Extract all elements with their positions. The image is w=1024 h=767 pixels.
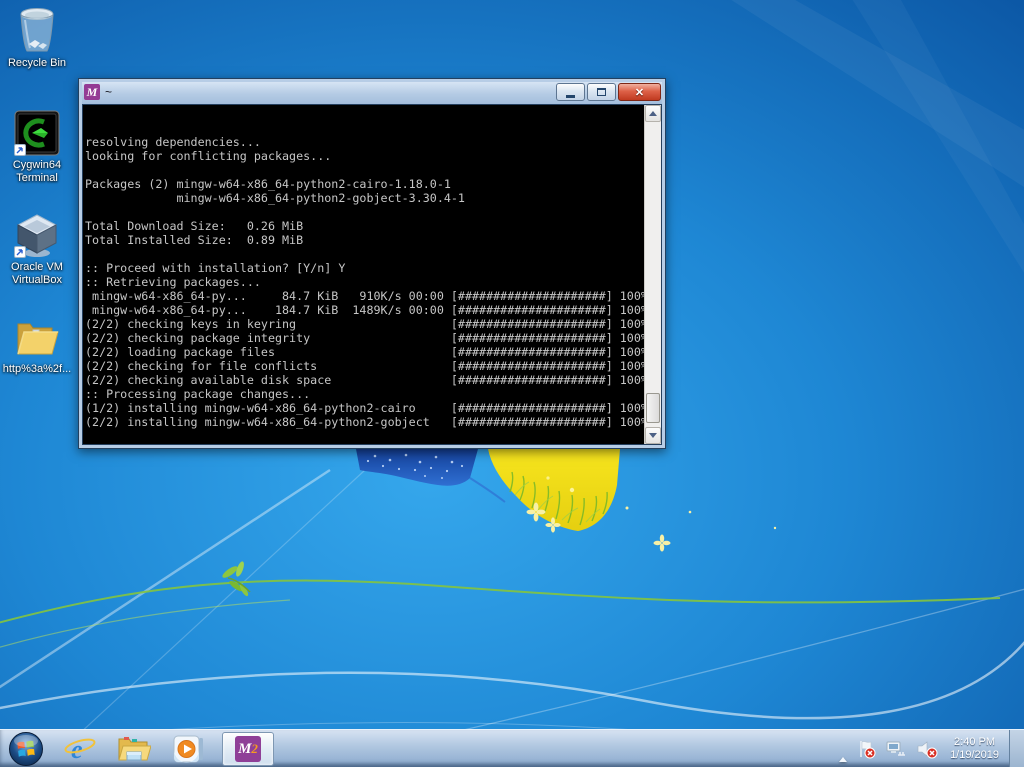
terminal-output: resolving dependencies...looking for con… bbox=[85, 135, 644, 443]
taskbar-msys2-button[interactable]: M2 bbox=[222, 732, 274, 766]
msys2-icon: M2 bbox=[235, 736, 261, 762]
arrow-down-icon bbox=[649, 433, 657, 438]
desktop-icon-oracle-virtualbox[interactable]: Oracle VMVirtualBox bbox=[1, 212, 73, 287]
volume-muted-icon[interactable] bbox=[916, 739, 938, 759]
folder-icon bbox=[14, 316, 60, 360]
svg-text:e: e bbox=[71, 735, 83, 764]
maximize-icon bbox=[597, 88, 606, 96]
clock-date: 1/19/2019 bbox=[950, 749, 999, 762]
taskbar-clock[interactable]: 2:40 PM 1/19/2019 bbox=[946, 736, 1009, 762]
start-button[interactable] bbox=[6, 730, 46, 767]
taskbar-windows-explorer-button[interactable] bbox=[114, 733, 154, 765]
desktop: Recycle Bin Cygwin64Terminal bbox=[0, 0, 1024, 767]
shortcut-arrow-icon bbox=[14, 246, 26, 258]
network-status-icon[interactable] bbox=[885, 739, 907, 759]
msys2-window-icon: M bbox=[84, 84, 100, 100]
show-hidden-icons-button[interactable] bbox=[839, 740, 847, 758]
show-desktop-button[interactable] bbox=[1009, 730, 1024, 767]
media-player-icon bbox=[172, 734, 204, 764]
desktop-icon-label: Oracle VMVirtualBox bbox=[11, 261, 63, 287]
terminal-content[interactable]: resolving dependencies...looking for con… bbox=[83, 105, 644, 444]
taskbar: e bbox=[0, 729, 1024, 767]
maximize-button[interactable] bbox=[587, 83, 616, 101]
scrollbar-thumb[interactable] bbox=[646, 393, 660, 423]
msys2-terminal-window: M ~ ✕ resolving dependencies...looking f… bbox=[78, 78, 666, 449]
clock-time: 2:40 PM bbox=[950, 736, 999, 749]
recycle-bin-icon bbox=[16, 6, 58, 54]
window-titlebar[interactable]: M ~ ✕ bbox=[82, 82, 662, 104]
desktop-icon-cygwin64-terminal[interactable]: Cygwin64Terminal bbox=[1, 110, 73, 185]
vertical-scrollbar[interactable] bbox=[644, 105, 661, 444]
scroll-up-button[interactable] bbox=[645, 105, 661, 122]
minimize-icon bbox=[566, 95, 575, 98]
taskbar-internet-explorer-button[interactable]: e bbox=[60, 733, 100, 765]
windows-start-icon bbox=[8, 731, 44, 767]
window-title: ~ bbox=[105, 85, 556, 99]
close-icon: ✕ bbox=[635, 86, 644, 99]
windows-explorer-icon bbox=[117, 734, 151, 764]
internet-explorer-icon: e bbox=[64, 734, 96, 764]
arrow-up-icon bbox=[649, 111, 657, 116]
close-button[interactable]: ✕ bbox=[618, 83, 661, 101]
desktop-icon-http-folder[interactable]: http%3a%2f... bbox=[1, 316, 73, 376]
shortcut-arrow-icon bbox=[14, 144, 26, 156]
desktop-icon-label: Cygwin64Terminal bbox=[13, 159, 61, 185]
system-tray: 2:40 PM 1/19/2019 bbox=[831, 730, 1024, 767]
desktop-icon-label: Recycle Bin bbox=[8, 57, 66, 70]
scroll-down-button[interactable] bbox=[645, 427, 661, 444]
action-center-flag-icon[interactable] bbox=[856, 739, 876, 759]
desktop-icon-label: http%3a%2f... bbox=[3, 363, 72, 376]
minimize-button[interactable] bbox=[556, 83, 585, 101]
taskbar-media-player-button[interactable] bbox=[168, 733, 208, 765]
chevron-up-icon bbox=[839, 740, 847, 762]
desktop-icon-recycle-bin[interactable]: Recycle Bin bbox=[1, 6, 73, 70]
